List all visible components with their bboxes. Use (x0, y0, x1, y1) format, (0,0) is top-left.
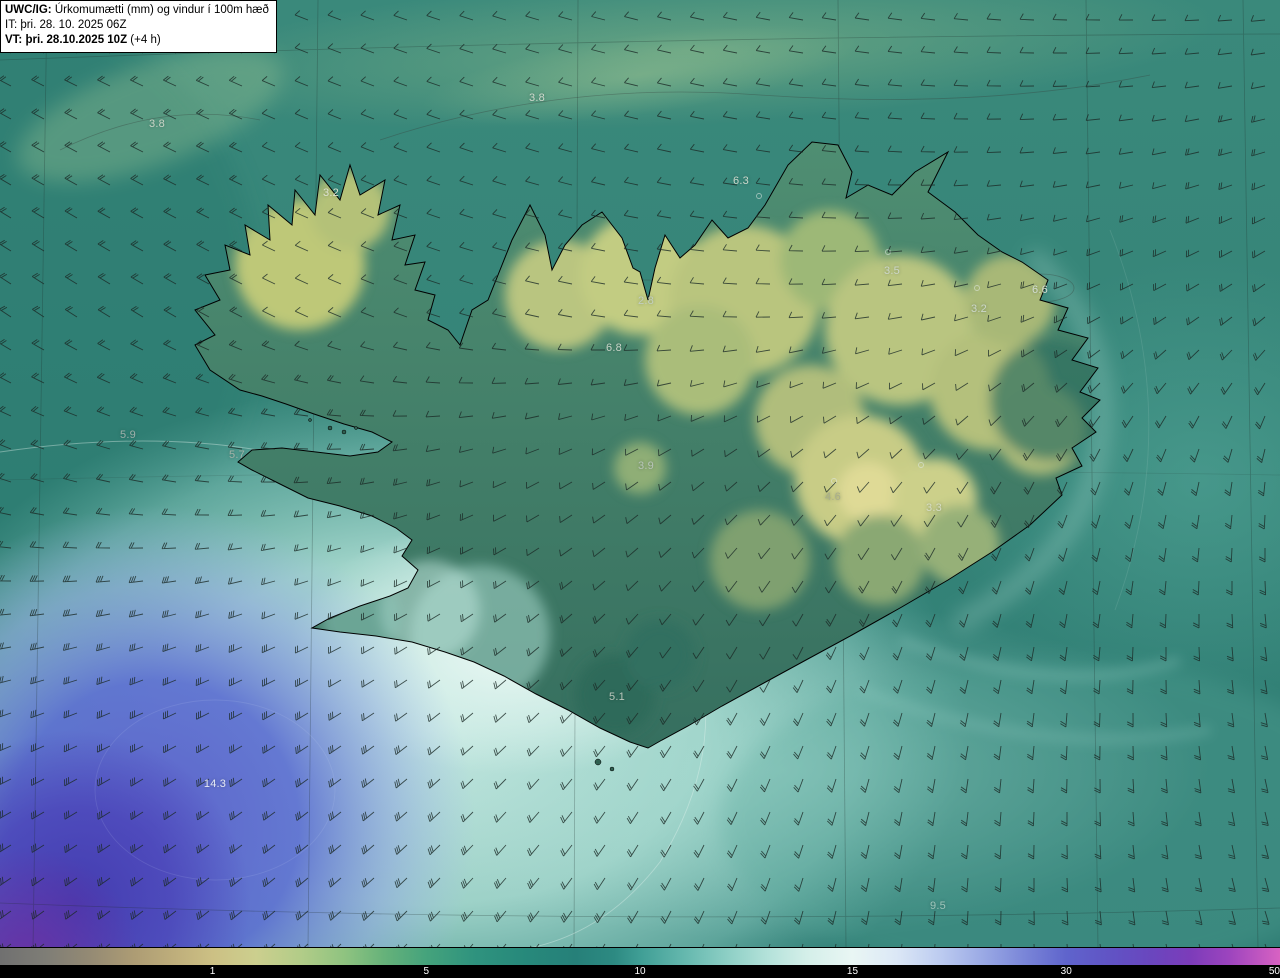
weather-map-stage: 3.8 3.8 3.2 6.3 3.5 3.2 6.6 2.8 6.8 5.9 5.7 3.9 4.6 3… (0, 0, 1280, 978)
colorbar-tick-label: 5 (423, 966, 430, 977)
model-name: UWC/IG: (5, 4, 52, 16)
precipitation-colorbar: 1 5 10 15 30 50 (0, 947, 1280, 978)
model-description: Úrkomumætti (mm) og vindur í 100m hæð (51, 4, 269, 16)
colorbar-gradient (0, 947, 1280, 965)
colorbar-ticks: 1 5 10 15 30 50 (0, 965, 1280, 978)
colorbar-tick-label: 50 (1268, 966, 1280, 977)
model-title-box: UWC/IG: Úrkomumætti (mm) og vindur í 100… (0, 0, 277, 53)
valid-time-line: VT: þri. 28.10.2025 10Z (+4 h) (5, 34, 161, 47)
colorbar-tick-label: 10 (634, 966, 646, 977)
init-time-line: IT: þri. 28. 10. 2025 06Z (5, 19, 127, 32)
precipitation-wind-map (0, 0, 1280, 948)
colorbar-tick-label: 1 (209, 966, 216, 977)
colorbar-tick-label: 30 (1060, 966, 1072, 977)
model-title-line: UWC/IG: Úrkomumætti (mm) og vindur í 100… (5, 3, 269, 18)
colorbar-tick-label: 15 (846, 966, 859, 977)
